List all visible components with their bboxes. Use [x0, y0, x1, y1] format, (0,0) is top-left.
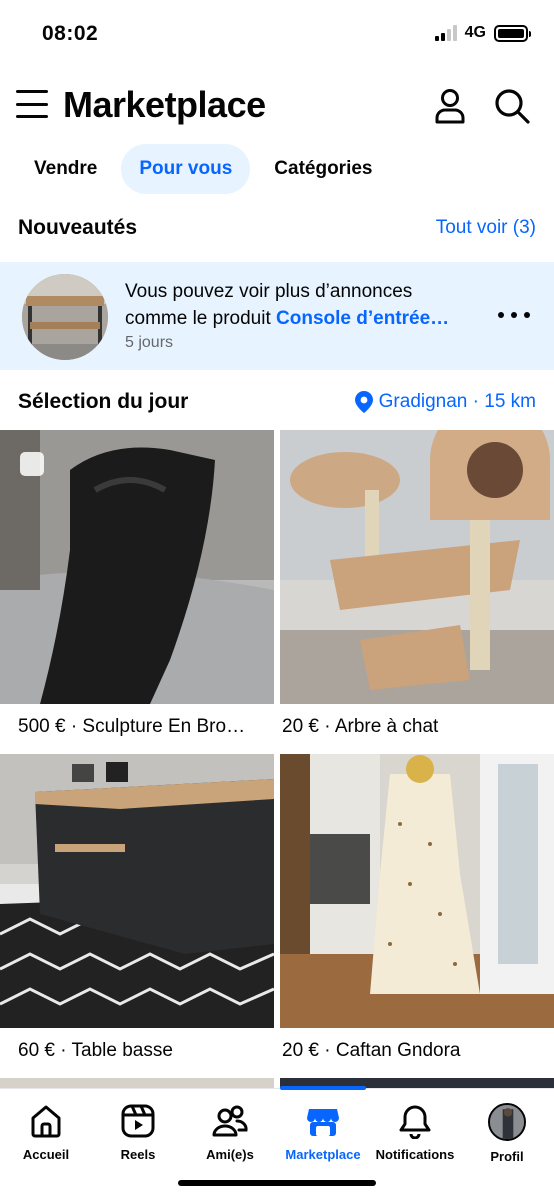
listing-image [0, 754, 274, 1028]
nav-label: Accueil [22, 1147, 70, 1162]
tab-bar: Vendre Pour vous Catégories [16, 144, 390, 194]
listing-title: 60 € · Table basse [18, 1040, 173, 1061]
news-thumbnail [22, 274, 108, 360]
listing-image-partial [0, 1078, 274, 1088]
nav-marketplace[interactable]: Marketplace [277, 1103, 369, 1162]
tab-pour-vous[interactable]: Pour vous [121, 144, 251, 194]
bell-icon [399, 1105, 431, 1139]
page-title: Marketplace [63, 84, 266, 125]
news-timestamp: 5 jours [125, 334, 174, 351]
nav-label: Marketplace [285, 1147, 361, 1162]
nav-notifications[interactable]: Notifications [369, 1103, 461, 1162]
network-label: 4G [464, 24, 486, 41]
home-icon [31, 1105, 61, 1138]
news-card[interactable]: Vous pouvez voir plus d’annonces comme l… [0, 262, 554, 370]
tab-vendre[interactable]: Vendre [16, 144, 115, 194]
nav-accueil[interactable]: Accueil [0, 1103, 92, 1162]
listing-image [280, 754, 554, 1028]
news-message-line1: Vous pouvez voir plus d’annonces [125, 281, 413, 302]
more-options-icon[interactable] [498, 303, 530, 327]
battery-icon [494, 24, 531, 42]
selection-title: Sélection du jour [18, 390, 189, 413]
reels-icon [121, 1104, 155, 1138]
location-pin-icon [354, 391, 373, 413]
listing-item[interactable]: 20 € · Caftan Gndora [280, 754, 554, 1061]
listing-item[interactable]: 500 € · Sculpture En Bro… [0, 430, 274, 737]
listing-title: 20 € · Arbre à chat [282, 716, 439, 737]
news-title: Nouveautés [18, 216, 138, 239]
multi-listing-icon [20, 452, 44, 476]
nav-amis[interactable]: Ami(e)s [184, 1103, 276, 1162]
status-bar: 08:02 4G [0, 0, 554, 70]
marketplace-icon [307, 1109, 339, 1136]
avatar [488, 1103, 526, 1141]
listing-title: 20 € · Caftan Gndora [282, 1040, 461, 1061]
listing-title: 500 € · Sculpture En Bro… [18, 716, 246, 737]
status-time: 08:02 [42, 22, 99, 45]
nav-profil[interactable]: Profil [461, 1103, 553, 1164]
listing-image [280, 430, 554, 704]
tab-categories[interactable]: Catégories [256, 144, 390, 194]
news-message-prefix: comme le produit [125, 308, 277, 329]
news-product-link[interactable]: Console d’entrée… [276, 308, 449, 329]
listing-item[interactable]: 20 € · Arbre à chat [280, 430, 554, 737]
profile-icon[interactable] [430, 86, 470, 126]
nav-label: Notifications [375, 1147, 455, 1162]
selection-header: Sélection du jour Gradignan · 15 km [18, 390, 536, 414]
see-all-link[interactable]: Tout voir (3) [436, 217, 536, 239]
listing-item[interactable]: 60 € · Table basse [0, 754, 274, 1061]
active-tab-indicator [280, 1086, 366, 1090]
news-message-line2: comme le produit Console d’entrée… [125, 305, 475, 332]
signal-icon [434, 25, 457, 41]
location-filter[interactable]: Gradignan · 15 km [354, 391, 536, 413]
nav-label: Ami(e)s [206, 1147, 254, 1162]
home-indicator [178, 1180, 376, 1186]
news-header: Nouveautés Tout voir (3) [18, 216, 536, 240]
nav-label: Profil [490, 1149, 524, 1164]
status-indicators: 4G [434, 24, 531, 42]
menu-icon[interactable] [16, 90, 48, 118]
friends-icon [212, 1105, 248, 1137]
news-message: Vous pouvez voir plus d’annonces comme l… [125, 278, 475, 332]
nav-reels[interactable]: Reels [92, 1103, 184, 1162]
listing-image [0, 430, 274, 704]
location-label: Gradignan · 15 km [378, 391, 536, 412]
app-header: Marketplace [0, 78, 554, 134]
nav-label: Reels [120, 1147, 156, 1162]
search-icon[interactable] [492, 86, 532, 126]
